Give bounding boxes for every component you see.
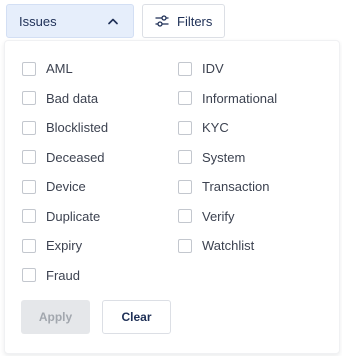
issues-filter-popover-root: Issues Filters AML Bad data Blocklisted … (0, 0, 342, 356)
checkbox[interactable] (178, 61, 192, 76)
option-deceased[interactable]: Deceased (22, 143, 108, 173)
checkbox[interactable] (178, 238, 192, 253)
option-label: Deceased (46, 149, 105, 165)
option-bad-data[interactable]: Bad data (22, 84, 108, 114)
option-aml[interactable]: AML (22, 54, 108, 84)
checkbox[interactable] (22, 209, 36, 224)
option-label: IDV (202, 61, 224, 77)
checkbox[interactable] (22, 120, 36, 135)
option-informational[interactable]: Informational (178, 84, 277, 114)
checkbox[interactable] (22, 179, 36, 194)
issues-label: Issues (19, 13, 57, 29)
option-kyc[interactable]: KYC (178, 113, 277, 143)
option-label: AML (46, 61, 73, 77)
option-label: KYC (202, 120, 229, 136)
option-expiry[interactable]: Expiry (22, 231, 108, 261)
checkbox[interactable] (178, 91, 192, 106)
option-label: Watchlist (202, 238, 255, 254)
option-watchlist[interactable]: Watchlist (178, 231, 277, 261)
checkbox[interactable] (22, 150, 36, 165)
option-system[interactable]: System (178, 143, 277, 173)
option-label: Fraud (46, 267, 80, 283)
option-label: Device (46, 179, 86, 195)
checkbox[interactable] (178, 179, 192, 194)
option-transaction[interactable]: Transaction (178, 172, 277, 202)
apply-button[interactable]: Apply (21, 300, 90, 334)
issues-options-panel: AML Bad data Blocklisted Deceased Device… (4, 40, 340, 354)
option-duplicate[interactable]: Duplicate (22, 202, 108, 232)
checkbox[interactable] (22, 91, 36, 106)
sliders-icon (154, 13, 170, 29)
chevron-up-icon (105, 13, 121, 29)
option-label: Transaction (202, 179, 270, 195)
option-label: Informational (202, 90, 278, 106)
options-column-left: AML Bad data Blocklisted Deceased Device… (22, 54, 108, 290)
options-column-right: IDV Informational KYC System Transaction… (178, 54, 277, 261)
clear-button[interactable]: Clear (102, 300, 171, 334)
filters-button[interactable]: Filters (142, 4, 225, 38)
checkbox[interactable] (22, 238, 36, 253)
checkbox[interactable] (178, 209, 192, 224)
checkbox[interactable] (178, 120, 192, 135)
option-blocklisted[interactable]: Blocklisted (22, 113, 108, 143)
option-label: Verify (202, 208, 235, 224)
option-label: System (202, 149, 246, 165)
option-label: Bad data (46, 90, 99, 106)
filters-label: Filters (177, 13, 213, 29)
option-device[interactable]: Device (22, 172, 108, 202)
option-idv[interactable]: IDV (178, 54, 277, 84)
option-label: Expiry (46, 238, 83, 254)
option-fraud[interactable]: Fraud (22, 261, 108, 291)
checkbox[interactable] (22, 268, 36, 283)
option-label: Blocklisted (46, 120, 109, 136)
option-verify[interactable]: Verify (178, 202, 277, 232)
option-label: Duplicate (46, 208, 101, 224)
issues-dropdown-button[interactable]: Issues (6, 4, 134, 38)
checkbox[interactable] (22, 61, 36, 76)
checkbox[interactable] (178, 150, 192, 165)
